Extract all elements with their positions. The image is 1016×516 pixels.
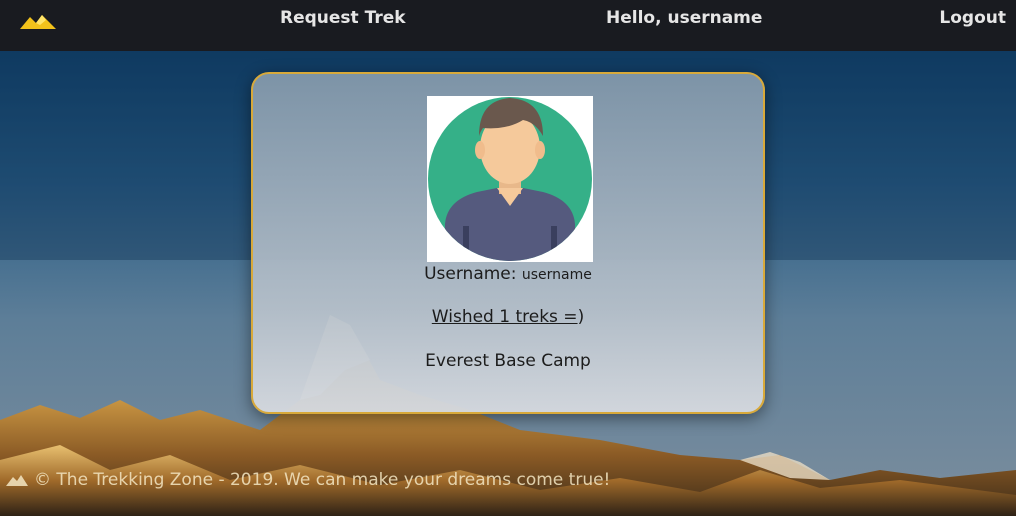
top-navbar: Request Trek Hello, username Logout bbox=[0, 0, 1016, 51]
wished-treks-link[interactable]: Wished 1 treks = bbox=[432, 307, 578, 327]
mountain-logo-icon[interactable] bbox=[20, 11, 56, 31]
wished-treks-row: Wished 1 treks =) bbox=[253, 307, 763, 327]
username-row: Username: username bbox=[253, 264, 763, 284]
avatar bbox=[427, 96, 593, 262]
username-value: username bbox=[521, 267, 592, 283]
user-avatar-icon bbox=[428, 97, 592, 261]
footer: © The Trekking Zone - 2019. We can make … bbox=[6, 470, 610, 490]
wished-treks-suffix: ) bbox=[577, 307, 585, 327]
trek-list-item: Everest Base Camp bbox=[425, 351, 591, 371]
mountain-footer-icon bbox=[6, 475, 28, 486]
user-greeting: Hello, username bbox=[606, 8, 763, 28]
username-label: Username: bbox=[424, 264, 517, 284]
footer-text: © The Trekking Zone - 2019. We can make … bbox=[34, 470, 611, 490]
logout-link[interactable]: Logout bbox=[939, 8, 1006, 28]
request-trek-link[interactable]: Request Trek bbox=[280, 8, 406, 28]
profile-card: Username: username Wished 1 treks =) Eve… bbox=[251, 72, 765, 414]
